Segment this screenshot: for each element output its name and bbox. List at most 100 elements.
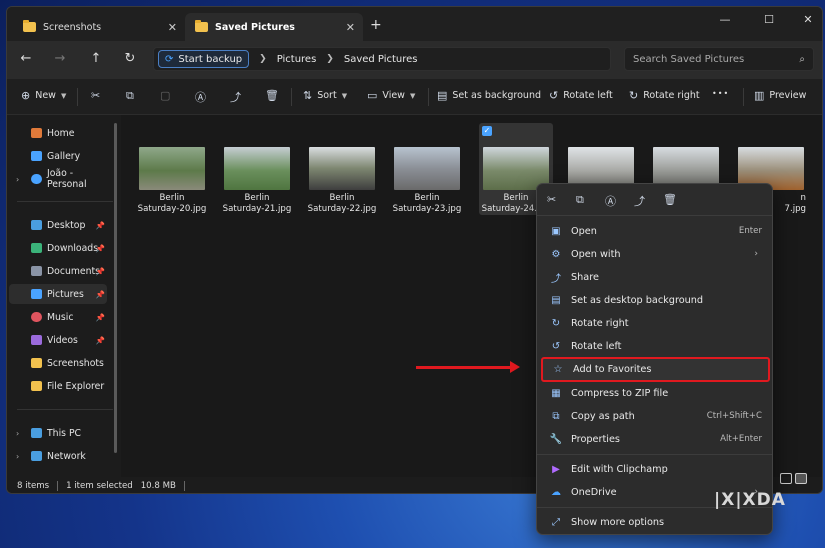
set-as-background-button[interactable]: ▤ Set as background — [437, 89, 541, 102]
breadcrumb[interactable]: ⟳ Start backup ❯ Pictures ❯ Saved Pictur… — [153, 47, 611, 71]
file-item[interactable]: Berlin Saturday-20.jpg — [135, 123, 209, 215]
sidebar-item-network[interactable]: › Network — [9, 446, 107, 466]
checkbox-checked-icon[interactable]: ✓ — [482, 126, 492, 136]
menu-item-label: Properties — [571, 433, 620, 445]
preview-button[interactable]: ▥ Preview — [754, 89, 806, 102]
file-name: Berlin Saturday-21.jpg — [222, 193, 292, 214]
menu-item-share[interactable]: ⤴ Share — [541, 266, 770, 288]
file-item[interactable]: Berlin Saturday-23.jpg — [390, 123, 464, 215]
sidebar-item-onedrive[interactable]: › João - Personal — [9, 168, 107, 190]
breadcrumb-saved-pictures[interactable]: Saved Pictures — [344, 54, 418, 65]
sidebar-item-label: João - Personal — [47, 168, 87, 190]
menu-item-edit-clipchamp[interactable]: ▶ Edit with Clipchamp — [541, 458, 770, 480]
delete-icon[interactable]: 🗑 — [265, 89, 279, 102]
sidebar-item-file-explorer-gui[interactable]: File Explorer gui — [9, 376, 107, 396]
more-options-button[interactable]: ••• — [712, 89, 729, 98]
view-button[interactable]: ▭ View ▼ — [367, 89, 415, 102]
cut-icon[interactable]: ✂ — [547, 193, 556, 206]
file-item[interactable]: Berlin Saturday-22.jpg — [305, 123, 379, 215]
cloud-icon: ☁ — [551, 486, 561, 498]
shortcut-label: Alt+Enter — [720, 434, 762, 444]
sidebar-item-home[interactable]: Home — [9, 123, 107, 143]
search-input[interactable]: Search Saved Pictures ⌕ — [624, 47, 814, 71]
close-tab-icon[interactable]: ✕ — [346, 21, 355, 34]
menu-item-label: OneDrive — [571, 486, 617, 498]
sidebar-item-desktop[interactable]: Desktop 📌 — [9, 215, 107, 235]
minimize-button[interactable]: — — [710, 13, 740, 26]
up-button[interactable]: ↑ — [87, 51, 105, 66]
breadcrumb-pictures[interactable]: Pictures — [277, 54, 317, 65]
back-button[interactable]: ← — [17, 51, 35, 66]
menu-item-add-to-favorites[interactable]: ☆ Add to Favorites — [541, 357, 770, 382]
rename-icon[interactable]: Ⓐ — [195, 89, 206, 105]
copy-icon[interactable]: ⧉ — [576, 193, 584, 207]
sidebar-item-gallery[interactable]: Gallery — [9, 146, 107, 166]
copy-icon[interactable]: ⧉ — [126, 89, 134, 103]
menu-item-open-with[interactable]: ⚙ Open with › — [541, 243, 770, 265]
pin-icon: 📌 — [95, 335, 105, 345]
forward-button[interactable]: → — [51, 51, 69, 66]
file-item[interactable]: Berlin Saturday-21.jpg — [220, 123, 294, 215]
rotate-left-icon: ↺ — [549, 89, 559, 102]
image-thumbnail — [224, 147, 290, 190]
refresh-button[interactable]: ↻ — [121, 51, 139, 66]
close-tab-icon[interactable]: ✕ — [168, 21, 177, 34]
cut-icon[interactable]: ✂ — [91, 89, 100, 102]
share-icon[interactable]: ⤴ — [634, 193, 645, 209]
menu-item-rotate-right[interactable]: ↻ Rotate right — [541, 312, 770, 334]
sidebar-item-screenshots[interactable]: Screenshots — [9, 353, 107, 373]
rotate-right-button[interactable]: ↻ Rotate right — [629, 89, 700, 102]
rotate-right-label: Rotate right — [643, 90, 700, 101]
menu-item-compress-zip[interactable]: ▦ Compress to ZIP file — [541, 382, 770, 404]
rotate-left-button[interactable]: ↺ Rotate left — [549, 89, 613, 102]
command-bar: ⊕ New ▼ ✂ ⧉ ▢ Ⓐ ⤴ 🗑 ⇅ Sort ▼ ▭ View ▼ ▤ … — [7, 79, 822, 115]
tab-saved-pictures[interactable]: Saved Pictures ✕ — [185, 13, 363, 41]
rename-icon[interactable]: Ⓐ — [605, 193, 616, 209]
new-button[interactable]: ⊕ New ▼ — [21, 89, 66, 102]
context-quick-actions: ✂ ⧉ Ⓐ ⤴ 🗑 — [537, 184, 772, 216]
sidebar-item-label: Music — [47, 311, 74, 323]
start-backup-button[interactable]: ⟳ Start backup — [158, 50, 250, 68]
sidebar-item-documents[interactable]: Documents 📌 — [9, 261, 107, 281]
chevron-right-icon[interactable]: › — [16, 175, 19, 184]
sidebar-item-this-pc[interactable]: › This PC — [9, 423, 107, 443]
sort-icon: ⇅ — [303, 89, 313, 102]
sort-button[interactable]: ⇅ Sort ▼ — [303, 89, 347, 102]
sidebar-item-downloads[interactable]: Downloads 📌 — [9, 238, 107, 258]
close-window-button[interactable]: ✕ — [793, 13, 822, 26]
sidebar-scrollbar[interactable] — [114, 123, 117, 453]
new-tab-button[interactable]: + — [370, 17, 382, 33]
paste-icon[interactable]: ▢ — [160, 89, 170, 102]
tab-screenshots[interactable]: Screenshots ✕ — [13, 13, 185, 41]
menu-item-open[interactable]: ▣ Open Enter — [541, 220, 770, 242]
menu-item-set-desktop-background[interactable]: ▤ Set as desktop background — [541, 289, 770, 311]
sidebar-item-pictures[interactable]: Pictures 📌 — [9, 284, 107, 304]
share-icon: ⤴ — [551, 273, 561, 285]
wrench-icon: 🔧 — [549, 433, 563, 445]
item-count: 8 items — [17, 481, 50, 491]
pin-icon: 📌 — [95, 312, 105, 322]
open-with-icon: ⚙ — [551, 248, 561, 260]
preview-label: Preview — [769, 90, 807, 101]
tab-label: Screenshots — [43, 21, 102, 33]
maximize-button[interactable]: ☐ — [754, 13, 784, 26]
sidebar-item-music[interactable]: Music 📌 — [9, 307, 107, 327]
shortcut-label: Enter — [738, 226, 762, 236]
folder-icon — [23, 20, 36, 32]
menu-item-properties[interactable]: 🔧 Properties Alt+Enter — [541, 428, 770, 450]
share-icon[interactable]: ⤴ — [230, 89, 241, 105]
rotate-right-icon: ↻ — [629, 89, 639, 102]
wallpaper-icon: ▤ — [437, 89, 448, 102]
chevron-right-icon[interactable]: › — [16, 429, 19, 438]
sidebar-item-videos[interactable]: Videos 📌 — [9, 330, 107, 350]
delete-icon[interactable]: 🗑 — [663, 193, 677, 206]
menu-item-rotate-left[interactable]: ↺ Rotate left — [541, 335, 770, 357]
menu-item-label: Rotate right — [571, 317, 629, 329]
menu-item-label: Share — [571, 271, 599, 283]
tiles-view-icon[interactable] — [795, 473, 807, 484]
chevron-right-icon[interactable]: › — [16, 452, 19, 461]
menu-item-copy-as-path[interactable]: ⧉ Copy as path Ctrl+Shift+C — [541, 405, 770, 427]
view-icon: ▭ — [367, 89, 378, 102]
menu-item-show-more-options[interactable]: ⤢ Show more options — [541, 511, 770, 533]
details-view-icon[interactable] — [780, 473, 792, 484]
